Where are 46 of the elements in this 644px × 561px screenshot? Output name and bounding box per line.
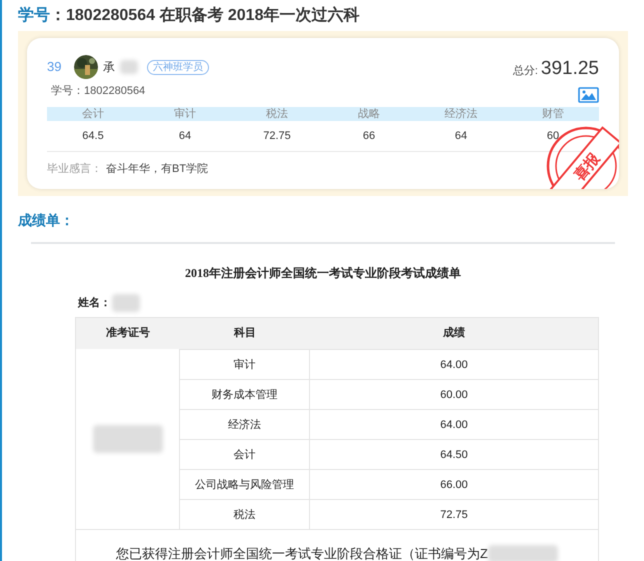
redaction-blur [112,294,140,312]
name-label: 姓名： [78,296,111,311]
subject-score: 64 [454,128,468,142]
column-header: 科目 [232,326,257,342]
table-cell-text: 64.00 [439,418,469,433]
table-cell-text: 64.50 [439,448,469,463]
total-score: 391.25 [540,57,599,81]
subject-score: 66 [362,128,376,142]
column-header: 成绩 [442,326,466,342]
subject-header: 会计 [47,106,139,120]
table-cell-text: 72.75 [439,508,469,523]
motto-text: 奋斗年华，有BT学院 [106,162,208,176]
table-cell: 会计 [180,440,310,470]
certificate-text: 您已获得注册会计师全国统一考试专业阶段合格证（证书编号为Z [116,545,488,561]
redaction-blur [488,544,558,561]
table-cell: 经济法 [180,410,310,440]
total-label: 总分: [512,64,538,79]
table-cell: 公司战略与风险管理 [180,470,310,500]
subject-score: 72.75 [262,128,292,142]
table-cell-text: 64.00 [439,358,469,373]
subject-header: 经济法 [415,106,507,120]
subject-score: 64.5 [81,128,105,142]
table-cell-text: 60.00 [439,388,469,403]
heading-label: 学号 [18,6,50,26]
user-name: 承 [103,59,115,76]
rank-number: 39 [47,58,62,76]
member-badge: 六神班学员 [147,60,209,74]
redaction-blur [92,425,162,453]
subject-header: 战略 [323,106,415,120]
redaction-blur [120,60,138,74]
column-header: 准考证号 [105,326,151,342]
subject-header: 税法 [231,106,323,120]
motto-label: 毕业感言： [47,162,102,176]
heading-text: ：1802280564 在职备考 2018年一次过六科 [50,5,360,26]
section-title: 成绩单： [18,212,74,228]
table-cell-text: 66.00 [439,478,469,493]
report-title: 2018年注册会计师全国统一考试专业阶段考试成绩单 [185,265,461,282]
image-icon[interactable] [578,86,599,102]
table-cell: 税法 [180,500,310,530]
subject-score: 64 [178,128,192,142]
table-cell: 财务成本管理 [180,380,310,410]
subject-score: 60 [546,128,560,142]
subject-header: 财管 [507,106,599,120]
subject-header: 审计 [139,106,231,120]
student-id: 学号：1802280564 [51,84,146,99]
table-cell: 审计 [180,350,310,380]
